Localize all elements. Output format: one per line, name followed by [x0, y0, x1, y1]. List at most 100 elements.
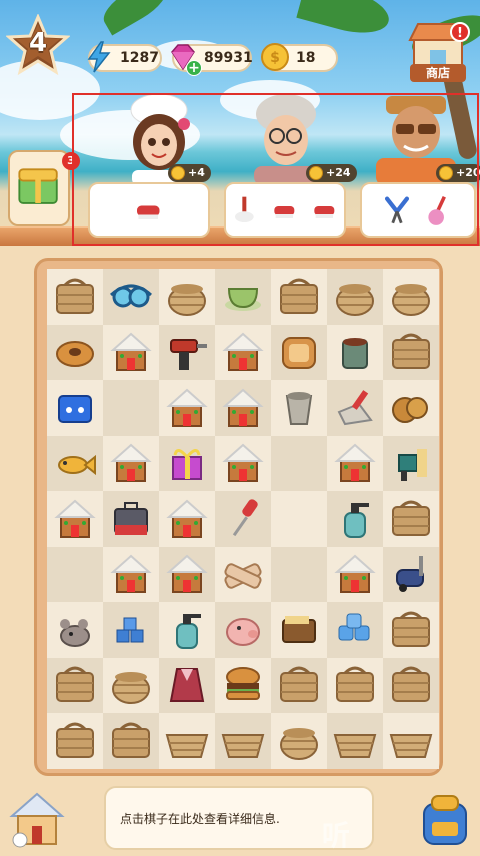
board-cell[interactable] [383, 435, 439, 491]
basket-crate-icon[interactable] [331, 661, 379, 709]
basket-tray-icon[interactable] [163, 717, 211, 765]
board-cell[interactable] [271, 380, 327, 436]
board-cell[interactable] [159, 713, 215, 769]
board-cell[interactable] [327, 435, 383, 491]
board-cell[interactable] [159, 435, 215, 491]
shop-label[interactable]: 商店 [410, 64, 466, 82]
gingerbread-icon[interactable] [219, 328, 267, 376]
board-cell[interactable] [159, 491, 215, 547]
coin-counter[interactable]: $ 18 [261, 43, 338, 72]
sprayer-icon[interactable] [331, 495, 379, 543]
drill-icon[interactable] [163, 328, 211, 376]
basket-round-icon[interactable] [275, 717, 323, 765]
gingerbread-icon[interactable] [51, 495, 99, 543]
basket-crate-icon[interactable] [275, 273, 323, 321]
sprayer-icon[interactable] [163, 606, 211, 654]
board-cell[interactable] [47, 602, 103, 658]
piggy-bank-icon[interactable] [219, 606, 267, 654]
board-cell[interactable] [103, 546, 159, 602]
board-cell[interactable] [383, 713, 439, 769]
ice-blocks-icon[interactable] [331, 606, 379, 654]
board-cell[interactable] [215, 269, 271, 325]
gingerbread-icon[interactable] [331, 550, 379, 598]
gingerbread-icon[interactable] [107, 439, 155, 487]
basket-crate-icon[interactable] [387, 606, 435, 654]
board-cell[interactable] [271, 269, 327, 325]
gingerbread-icon[interactable] [107, 550, 155, 598]
board-cell[interactable] [47, 713, 103, 769]
gingerbread-icon[interactable] [219, 384, 267, 432]
basket-tray-icon[interactable] [387, 717, 435, 765]
rat-icon[interactable] [51, 606, 99, 654]
backpack-icon[interactable] [414, 788, 476, 850]
board-cell[interactable] [103, 713, 159, 769]
board-cell[interactable] [215, 546, 271, 602]
robot-icon[interactable] [387, 439, 435, 487]
basket-crate-icon[interactable] [51, 717, 99, 765]
board-cell[interactable] [103, 491, 159, 547]
cookies-icon[interactable] [387, 384, 435, 432]
add-gems-icon[interactable]: + [186, 60, 202, 76]
basket-round-icon[interactable] [331, 273, 379, 321]
gingerbread-icon[interactable] [163, 550, 211, 598]
board-cell[interactable] [271, 491, 327, 547]
board-cell[interactable] [103, 269, 159, 325]
board-cell[interactable] [271, 546, 327, 602]
board-cell[interactable] [271, 602, 327, 658]
basket-round-icon[interactable] [387, 273, 435, 321]
board-cell[interactable] [383, 269, 439, 325]
gingerbread-icon[interactable] [107, 328, 155, 376]
basket-crate-icon[interactable] [51, 661, 99, 709]
board-cell[interactable] [47, 269, 103, 325]
board-cell[interactable] [159, 269, 215, 325]
basket-crate-icon[interactable] [387, 661, 435, 709]
basket-tray-icon[interactable] [219, 717, 267, 765]
gem-counter[interactable]: + 89931 [171, 44, 253, 76]
blue-blocks-icon[interactable] [107, 606, 155, 654]
board-cell[interactable] [47, 491, 103, 547]
board-cell[interactable] [159, 657, 215, 713]
board-cell[interactable] [159, 324, 215, 380]
board-cell[interactable] [383, 380, 439, 436]
gingerbread-icon[interactable] [331, 439, 379, 487]
wallet-icon[interactable] [275, 606, 323, 654]
goggles-icon[interactable] [107, 273, 155, 321]
board-cell[interactable] [383, 657, 439, 713]
board-cell[interactable] [159, 380, 215, 436]
basket-crate-icon[interactable] [387, 328, 435, 376]
teacup-icon[interactable] [219, 273, 267, 321]
board-cell[interactable] [215, 324, 271, 380]
board-cell[interactable] [271, 657, 327, 713]
burger-icon[interactable] [219, 661, 267, 709]
energy-counter[interactable]: 1287 [87, 41, 162, 73]
board-cell[interactable] [327, 546, 383, 602]
board-cell[interactable] [103, 435, 159, 491]
basket-crate-icon[interactable] [107, 717, 155, 765]
basket-crate-icon[interactable] [387, 495, 435, 543]
board-cell[interactable] [327, 491, 383, 547]
basket-round-icon[interactable] [163, 273, 211, 321]
board-cell[interactable] [215, 435, 271, 491]
board-cell[interactable] [271, 435, 327, 491]
board-cell[interactable] [327, 380, 383, 436]
board-cell[interactable] [271, 324, 327, 380]
bandage-icon[interactable] [219, 550, 267, 598]
board-cell[interactable] [383, 324, 439, 380]
home-house-icon[interactable] [6, 788, 68, 850]
board-cell[interactable] [215, 380, 271, 436]
bread-icon[interactable] [51, 328, 99, 376]
gingerbread-icon[interactable] [219, 439, 267, 487]
board-cell[interactable] [327, 269, 383, 325]
board-cell[interactable] [271, 713, 327, 769]
board-cell[interactable] [47, 435, 103, 491]
basket-tray-icon[interactable] [331, 717, 379, 765]
board-cell[interactable] [47, 380, 103, 436]
cape-icon[interactable] [163, 661, 211, 709]
board-cell[interactable] [103, 324, 159, 380]
board-cell[interactable] [383, 546, 439, 602]
bucket-icon[interactable] [275, 384, 323, 432]
basket-crate-icon[interactable] [51, 273, 99, 321]
pot-icon[interactable] [331, 328, 379, 376]
gingerbread-icon[interactable] [163, 495, 211, 543]
blue-box-icon[interactable] [51, 384, 99, 432]
